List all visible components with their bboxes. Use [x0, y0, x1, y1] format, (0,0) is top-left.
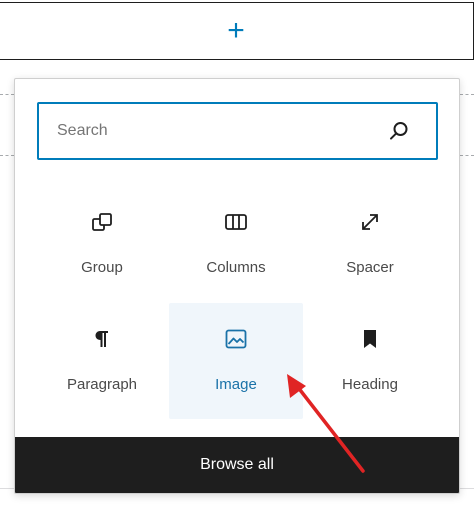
block-appender-button[interactable]: +	[0, 2, 474, 60]
block-label: Paragraph	[66, 376, 138, 393]
block-item-heading[interactable]: Heading	[303, 303, 437, 419]
block-label: Image	[215, 376, 257, 393]
paragraph-icon	[35, 321, 169, 357]
block-item-group[interactable]: Group	[35, 186, 169, 302]
block-outline-left-bottom	[0, 155, 14, 156]
bookmark-icon	[303, 321, 437, 357]
plus-icon: +	[227, 14, 245, 47]
search-input[interactable]	[39, 104, 379, 158]
columns-icon	[169, 204, 303, 240]
block-item-image[interactable]: Image	[169, 303, 303, 419]
group-icon	[35, 204, 169, 240]
block-label: Spacer	[346, 259, 394, 276]
block-outline-right-bottom	[460, 155, 474, 156]
browse-all-button[interactable]: Browse all	[15, 437, 459, 493]
block-label: Group	[81, 259, 123, 276]
block-item-columns[interactable]: Columns	[169, 186, 303, 302]
block-outline-right-top	[460, 94, 474, 95]
block-inserter-popover: Group Columns Spacer	[14, 78, 460, 494]
block-item-paragraph[interactable]: Paragraph	[35, 303, 169, 419]
spacer-icon	[303, 204, 437, 240]
search-icon[interactable]	[385, 117, 413, 145]
block-label: Heading	[342, 376, 398, 393]
search-box	[37, 102, 438, 160]
image-icon	[169, 321, 303, 357]
block-item-spacer[interactable]: Spacer	[303, 186, 437, 302]
block-outline-left-top	[0, 94, 14, 95]
block-label: Columns	[206, 259, 266, 276]
